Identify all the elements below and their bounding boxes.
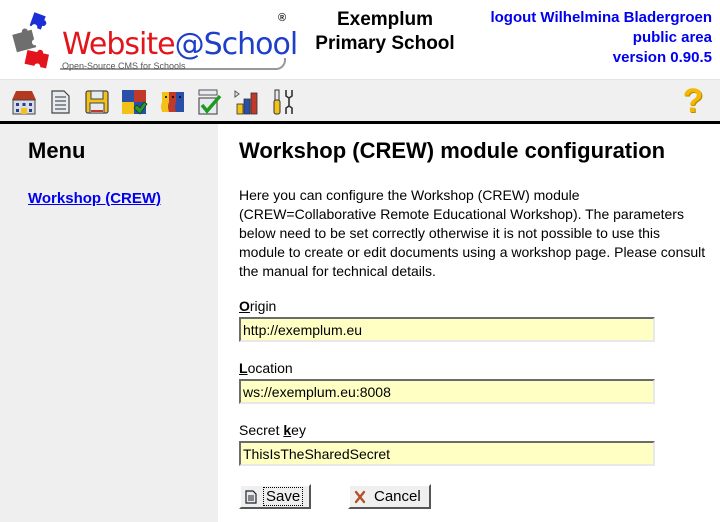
header: Website@School Open-Source CMS for Schoo… xyxy=(0,0,720,78)
account-manager-icon[interactable] xyxy=(158,88,186,116)
user-info: logout Wilhelmina Bladergroen public are… xyxy=(490,8,712,68)
file-manager-icon[interactable] xyxy=(83,88,111,116)
school-name: Exemplum Primary School xyxy=(300,8,470,56)
save-button[interactable]: Save xyxy=(239,484,312,509)
puzzle-pieces-icon xyxy=(12,12,49,69)
configuration-manager-icon[interactable] xyxy=(195,88,223,116)
origin-label: Origin xyxy=(239,298,277,314)
save-document-icon xyxy=(245,489,257,504)
menu-title: Menu xyxy=(28,138,86,163)
main-content: Workshop (CREW) module configuration Her… xyxy=(218,124,720,522)
location-label: Location xyxy=(239,360,293,376)
tools-icon[interactable] xyxy=(269,88,297,116)
start-center-icon[interactable] xyxy=(10,88,38,116)
registered-mark: ® xyxy=(278,12,287,24)
version-link[interactable]: version 0.90.5 xyxy=(490,48,712,68)
secret-key-label: Secret key xyxy=(239,422,306,438)
website-at-school-logo[interactable]: Website@School Open-Source CMS for Schoo… xyxy=(10,8,298,74)
toolbar: ? xyxy=(0,79,720,124)
logo-tagline: Open-Source CMS for Schools xyxy=(62,61,186,71)
help-icon[interactable]: ? xyxy=(680,84,706,118)
cancel-button[interactable]: Cancel xyxy=(348,484,431,509)
save-label: Save xyxy=(263,487,304,506)
intro-text: Here you can configure the Workshop (CRE… xyxy=(239,187,706,279)
cancel-label: Cancel xyxy=(374,488,421,505)
school-name-line1: Exemplum xyxy=(336,9,434,30)
school-name-line2: Primary School xyxy=(315,33,455,54)
cancel-x-icon xyxy=(354,490,366,503)
page-manager-icon[interactable] xyxy=(46,88,74,116)
sidebar-item-workshop-crew[interactable]: Workshop (CREW) xyxy=(28,190,161,207)
secret-key-input[interactable] xyxy=(239,441,655,466)
location-input[interactable] xyxy=(239,379,655,404)
public-area-link[interactable]: public area xyxy=(490,28,712,48)
logout-link[interactable]: logout Wilhelmina Bladergroen xyxy=(490,8,712,28)
statistics-icon[interactable] xyxy=(232,88,260,116)
sidebar-menu: Menu Workshop (CREW) xyxy=(0,124,218,522)
origin-input[interactable] xyxy=(239,317,655,342)
modules-icon[interactable] xyxy=(120,88,148,116)
page-title: Workshop (CREW) module configuration xyxy=(239,138,666,163)
